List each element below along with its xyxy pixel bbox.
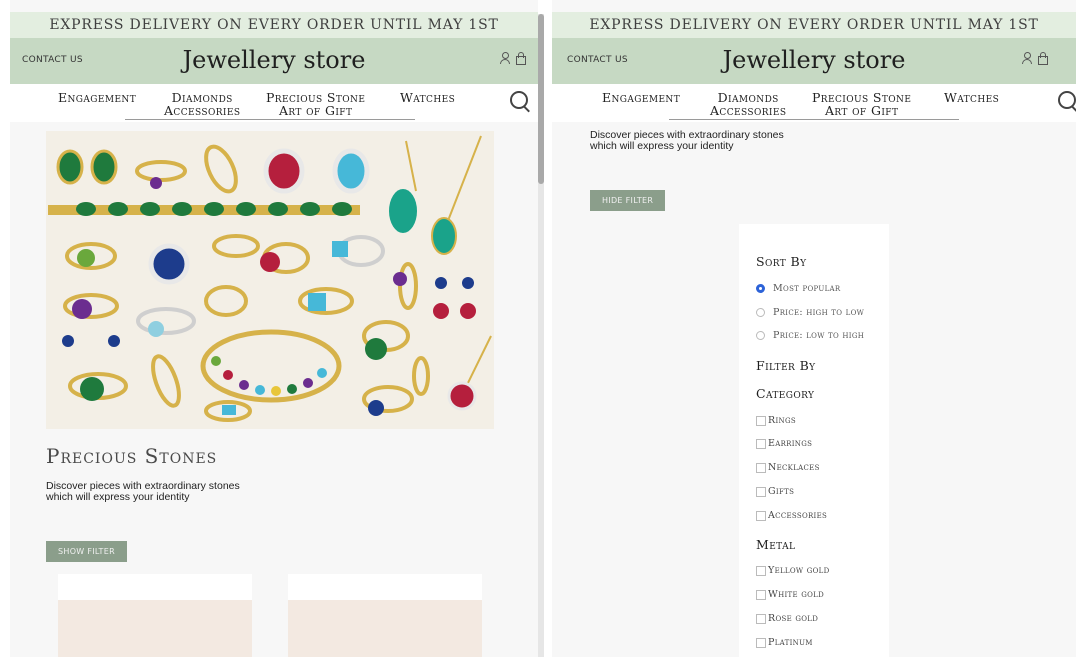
site-header: Contact us Jewellery store — [10, 38, 538, 84]
category-label: Earrings — [768, 438, 813, 449]
product-card[interactable] — [58, 574, 252, 657]
promo-banner: Express delivery on every order until Ma… — [10, 12, 538, 38]
bag-icon[interactable] — [1038, 52, 1048, 65]
header-icons — [1022, 52, 1048, 65]
radio-checked-icon[interactable] — [756, 284, 765, 293]
bag-icon[interactable] — [516, 52, 526, 65]
metal-heading: Metal — [756, 537, 796, 552]
sort-option-price-low-to-high[interactable]: Price: low to high — [756, 330, 864, 341]
product-card[interactable] — [288, 574, 482, 657]
sort-option-label: Price: low to high — [773, 330, 865, 341]
checkbox-icon[interactable] — [756, 438, 766, 449]
nav-divider — [669, 119, 959, 120]
site-header: Contact us Jewellery store — [552, 38, 1076, 84]
store-title[interactable]: Jewellery store — [552, 46, 1076, 74]
nav-divider — [125, 119, 415, 120]
checkbox-icon[interactable] — [756, 510, 766, 521]
sort-option-most-popular[interactable]: Most popular — [756, 283, 840, 294]
sort-by-heading: Sort By — [756, 254, 807, 269]
radio-unchecked-icon[interactable] — [756, 308, 765, 317]
category-necklaces[interactable]: Necklaces — [756, 462, 820, 473]
radio-unchecked-icon[interactable] — [756, 331, 765, 340]
sort-option-price-high-to-low[interactable]: Price: high to low — [756, 307, 864, 318]
metal-yellow-gold[interactable]: Yellow gold — [756, 565, 830, 576]
product-image — [288, 600, 482, 657]
main-nav: Engagement Diamonds Accessories Precious… — [552, 84, 1076, 122]
user-icon[interactable] — [500, 52, 510, 64]
sort-option-label: Price: high to low — [773, 307, 865, 318]
nav-item-diamonds-accessories[interactable]: Diamonds Accessories — [710, 91, 786, 117]
header-icons — [500, 52, 526, 65]
checkbox-icon[interactable] — [756, 565, 766, 576]
category-accessories[interactable]: Accessories — [756, 510, 827, 521]
section-title: Precious Stones — [46, 444, 218, 468]
search-icon[interactable] — [510, 91, 528, 109]
product-image — [58, 600, 252, 657]
metal-white-gold[interactable]: White gold — [756, 589, 824, 600]
category-label: Necklaces — [768, 462, 820, 473]
checkbox-icon[interactable] — [756, 637, 766, 648]
category-label: Gifts — [768, 486, 795, 497]
category-label: Rings — [768, 415, 796, 426]
store-title[interactable]: Jewellery store — [10, 46, 538, 74]
section-description: Discover pieces with extraordinary stone… — [590, 129, 784, 152]
checkbox-icon[interactable] — [756, 462, 766, 473]
search-icon[interactable] — [1058, 91, 1076, 109]
metal-label: Rose gold — [768, 613, 819, 624]
category-rings[interactable]: Rings — [756, 415, 796, 426]
filter-by-heading: Filter By — [756, 358, 816, 373]
checkbox-icon[interactable] — [756, 589, 766, 600]
hero-image — [46, 131, 494, 429]
nav-item-precious-stone-art-of-gift[interactable]: Precious Stone Art of Gift — [812, 91, 911, 117]
category-heading: Category — [756, 386, 815, 401]
filter-panel: Sort By Most popular Price: high to low … — [739, 224, 889, 657]
nav-item-diamonds-accessories[interactable]: Diamonds Accessories — [164, 91, 240, 117]
category-label: Accessories — [768, 510, 828, 521]
nav-item-precious-stone-art-of-gift[interactable]: Precious Stone Art of Gift — [266, 91, 365, 117]
metal-label: White gold — [768, 589, 825, 600]
checkbox-icon[interactable] — [756, 486, 766, 497]
checkbox-icon[interactable] — [756, 613, 766, 624]
sort-option-label: Most popular — [773, 283, 841, 294]
section-description: Discover pieces with extraordinary stone… — [46, 480, 240, 503]
right-page-view: Express delivery on every order until Ma… — [552, 0, 1076, 657]
nav-item-engagement[interactable]: Engagement — [58, 91, 136, 104]
user-icon[interactable] — [1022, 52, 1032, 64]
scrollbar-thumb[interactable] — [538, 14, 544, 184]
main-nav: Engagement Diamonds Accessories Precious… — [10, 84, 538, 122]
nav-item-watches[interactable]: Watches — [400, 91, 455, 104]
nav-item-watches[interactable]: Watches — [944, 91, 999, 104]
left-page-view: Express delivery on every order until Ma… — [10, 0, 538, 657]
metal-rose-gold[interactable]: Rose gold — [756, 613, 818, 624]
nav-item-engagement[interactable]: Engagement — [602, 91, 680, 104]
hide-filter-button[interactable]: Hide filter — [590, 190, 666, 211]
metal-platinum[interactable]: Platinum — [756, 637, 813, 648]
metal-label: Yellow gold — [768, 565, 830, 576]
metal-label: Platinum — [768, 637, 813, 648]
category-gifts[interactable]: Gifts — [756, 486, 794, 497]
checkbox-icon[interactable] — [756, 415, 766, 426]
show-filter-button[interactable]: Show filter — [46, 541, 127, 562]
category-earrings[interactable]: Earrings — [756, 438, 812, 449]
promo-banner: Express delivery on every order until Ma… — [552, 12, 1076, 38]
